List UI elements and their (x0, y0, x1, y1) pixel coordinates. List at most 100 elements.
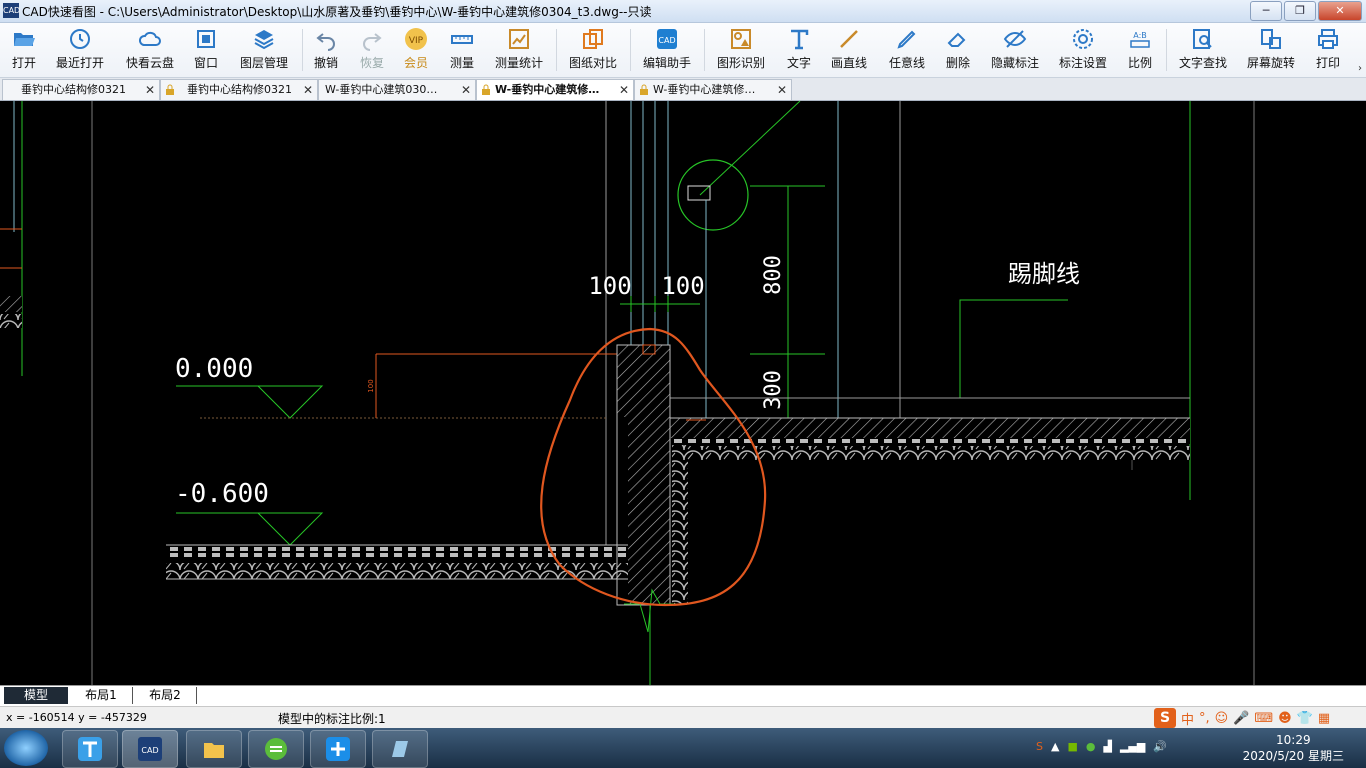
close-button[interactable]: ✕ (1318, 1, 1362, 21)
close-tab-icon[interactable]: ✕ (461, 80, 471, 100)
tab-doc-4[interactable]: W-垂钓中心建筑修… ✕ (476, 79, 634, 100)
emoji-icon[interactable]: ☺ (1215, 711, 1229, 726)
draw-line-button[interactable]: 画直线 (828, 25, 870, 75)
tab-doc-2[interactable]: 垂钓中心结构修0321 ✕ (160, 79, 318, 100)
tab-layout-1[interactable]: 布局1 (70, 687, 133, 704)
folder-icon (204, 743, 224, 758)
user-icon[interactable]: ☻ (1278, 711, 1292, 726)
ime-punct[interactable]: °, (1199, 711, 1210, 726)
tab-doc-1[interactable]: 垂钓中心结构修0321 ✕ (2, 79, 160, 100)
skin-icon[interactable]: 👕 (1297, 711, 1313, 726)
tab-doc-3[interactable]: W-垂钓中心建筑030… ✕ (318, 79, 476, 100)
taskbar: CAD S ▲ ■ ● ▟ ▂▄▆ 🔊 10:29 2020/5/20 星期三 (0, 728, 1366, 768)
annotation-scale: 模型中的标注比例:1 (278, 712, 386, 726)
open-button[interactable]: 打开 (6, 25, 42, 75)
volume-icon[interactable]: 🔊 (1153, 740, 1167, 753)
freehand-button[interactable]: 任意线 (886, 25, 928, 75)
text-search-button[interactable]: 文字查找 (1176, 25, 1230, 75)
clock-icon (70, 29, 90, 49)
taskbar-app-explorer[interactable] (186, 730, 242, 768)
drawing-canvas[interactable]: 800 300 100 100 踢脚线 0.000 100 -0.600 (0, 100, 1366, 685)
taskbar-app-cad[interactable]: CAD (122, 730, 178, 768)
browser-tray-icon[interactable]: ● (1086, 740, 1096, 753)
measure-stats-button[interactable]: 测量统计 (492, 25, 546, 75)
window-icon (197, 30, 215, 48)
text-button[interactable]: 文字 (784, 25, 814, 75)
close-tab-icon[interactable]: ✕ (303, 80, 313, 100)
undo-button[interactable]: 撤销 (310, 25, 342, 75)
status-bar: x = -160514 y = -457329 模型中的标注比例:1 S 中 °… (0, 706, 1366, 729)
more-chevron-icon[interactable]: › (1358, 63, 1362, 74)
toolbar: 打开 最近打开 快看云盘 窗口 图层管理 撤销 恢复 VIP 会员 测量 测量统… (0, 23, 1366, 78)
system-tray: S ▲ ■ ● ▟ ▂▄▆ 🔊 (1036, 740, 1167, 753)
small-dim-label: 100 (367, 379, 375, 392)
pen-icon (897, 30, 916, 49)
minimize-button[interactable]: ─ (1250, 1, 1282, 21)
eraser-icon (947, 32, 966, 47)
shape-recognize-button[interactable]: 图形识别 (714, 25, 768, 75)
svg-text:CAD: CAD (658, 36, 675, 45)
hide-annotation-button[interactable]: 隐藏标注 (988, 25, 1042, 75)
close-tab-icon[interactable]: ✕ (145, 80, 155, 100)
undo-icon (316, 33, 335, 51)
svg-text:VIP: VIP (409, 36, 424, 46)
clock[interactable]: 10:29 2020/5/20 星期三 (1243, 732, 1344, 764)
lock-icon (640, 84, 648, 95)
layout-tabs: 模型 布局1 布局2 (0, 685, 1366, 706)
taskbar-app-feishu[interactable] (310, 730, 366, 768)
printer-icon (1318, 29, 1338, 49)
sogou-tray-icon[interactable]: S (1036, 740, 1043, 753)
vip-button[interactable]: VIP 会员 (400, 25, 432, 75)
edit-assistant-button[interactable]: CAD 编辑助手 (640, 25, 694, 75)
lock-icon (482, 84, 490, 95)
coordinate-readout: x = -160514 y = -457329 (6, 711, 147, 724)
vertical-dimensions: 800 300 (750, 185, 825, 420)
folder-open-icon (14, 33, 35, 46)
nvidia-icon[interactable]: ■ (1067, 740, 1077, 753)
line-icon (840, 30, 858, 48)
print-button[interactable]: 打印 (1312, 25, 1344, 75)
signal-icon[interactable]: ▂▄▆ (1120, 740, 1145, 753)
compare-button[interactable]: 图纸对比 (566, 25, 620, 75)
recent-open-button[interactable]: 最近打开 (54, 25, 106, 75)
elevation-mark-top: 0.000 100 (175, 353, 640, 419)
annotation-settings-button[interactable]: 标注设置 (1056, 25, 1110, 75)
rotate-icon (1261, 29, 1281, 49)
chart-icon (509, 29, 529, 49)
taskbar-app-browser[interactable] (248, 730, 304, 768)
cad-app-icon: CAD (138, 737, 162, 761)
redo-button[interactable]: 恢复 (356, 25, 388, 75)
window-button[interactable]: 窗口 (190, 25, 222, 75)
svg-text:CAD: CAD (141, 746, 158, 755)
tray-expand-icon[interactable]: ▲ (1051, 740, 1059, 753)
taskbar-app-notes[interactable] (372, 730, 428, 768)
cloud-disk-button[interactable]: 快看云盘 (122, 25, 178, 75)
keyboard-icon[interactable]: ⌨ (1254, 711, 1273, 726)
taskbar-app-t[interactable] (62, 730, 118, 768)
network-tray-icon[interactable]: ▟ (1103, 740, 1111, 753)
delete-button[interactable]: 删除 (942, 25, 974, 75)
close-tab-icon[interactable]: ✕ (777, 80, 787, 100)
left-edge-fragment (0, 101, 93, 685)
tab-layout-2[interactable]: 布局2 (134, 687, 197, 704)
tab-doc-5[interactable]: W-垂钓中心建筑修… ✕ (634, 79, 792, 100)
scale-button[interactable]: A:B 比例 (1124, 25, 1156, 75)
cad-drawing: 800 300 100 100 踢脚线 0.000 100 -0.600 (0, 100, 1255, 685)
dim-100-right: 100 (661, 272, 704, 300)
dim-100-left: 100 (588, 272, 631, 300)
svg-text:A:B: A:B (1133, 31, 1147, 40)
rotate-screen-button[interactable]: 屏幕旋转 (1244, 25, 1298, 75)
grid-icon[interactable]: ▦ (1318, 711, 1330, 726)
app-icon: CAD (3, 3, 20, 18)
ime-lang[interactable]: 中 (1181, 709, 1194, 728)
measure-button[interactable]: 测量 (446, 25, 478, 75)
close-tab-icon[interactable]: ✕ (619, 80, 629, 100)
mic-icon[interactable]: 🎤 (1233, 711, 1249, 726)
restore-button[interactable]: ❐ (1284, 1, 1316, 21)
layer-manager-button[interactable]: 图层管理 (236, 25, 292, 75)
tab-model[interactable]: 模型 (4, 687, 68, 704)
sogou-icon[interactable]: S (1154, 708, 1176, 728)
ruler-icon (451, 35, 473, 44)
start-button[interactable] (4, 730, 48, 766)
elevation-mark-bottom: -0.600 (175, 479, 324, 546)
